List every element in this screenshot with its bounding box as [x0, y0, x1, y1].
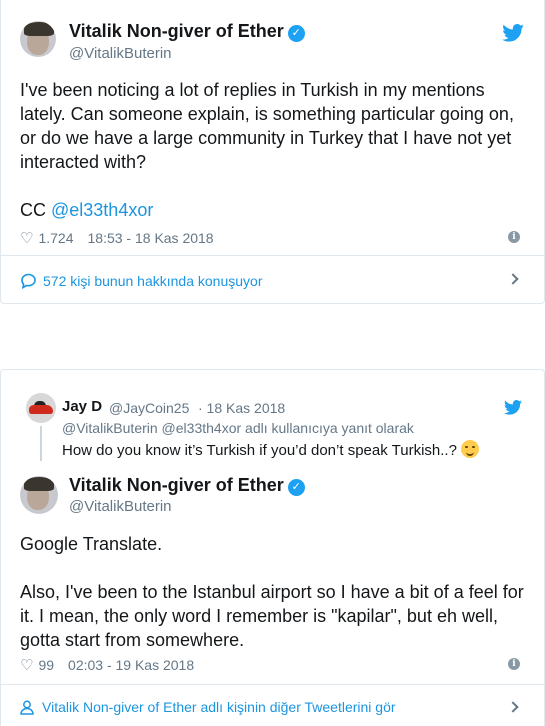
tweet-timestamp[interactable]: 18:53 - 18 Kas 2018: [88, 230, 214, 246]
more-tweets-link-text[interactable]: Vitalik Non-giver of Ether adlı kişinin …: [42, 699, 396, 715]
thread-line: [40, 426, 42, 461]
author-avatar[interactable]: [20, 21, 56, 57]
author-handle[interactable]: @VitalikButerin: [69, 45, 172, 62]
more-tweets-link[interactable]: Vitalik Non-giver of Ether adlı kişinin …: [20, 699, 396, 715]
author-avatar[interactable]: [20, 476, 58, 514]
divider: [1, 255, 544, 256]
author-name-text[interactable]: Vitalik Non-giver of Ether: [69, 21, 284, 41]
like-count[interactable]: 99: [38, 657, 54, 673]
author-name[interactable]: Vitalik Non-giver of Ether ✓: [69, 21, 305, 42]
reply-card: Jay D @JayCoin25 · 18 Kas 2018 @VitalikB…: [0, 369, 545, 726]
cc-label: CC: [20, 200, 51, 220]
heart-icon[interactable]: ♡: [20, 656, 33, 674]
chevron-right-icon[interactable]: [507, 701, 519, 713]
verified-badge-icon: ✓: [287, 479, 305, 496]
tweet-text: I've been noticing a lot of replies in T…: [20, 80, 514, 172]
person-icon: [20, 700, 34, 715]
twitter-bird-icon[interactable]: [504, 400, 522, 415]
replier-avatar[interactable]: [26, 393, 56, 423]
chevron-right-icon[interactable]: [507, 273, 519, 285]
info-icon[interactable]: i: [508, 658, 520, 670]
mention-link[interactable]: @el33th4xor: [51, 200, 153, 220]
author-handle[interactable]: @VitalikButerin: [69, 498, 172, 515]
info-icon[interactable]: i: [508, 231, 520, 243]
conversation-link-text[interactable]: 572 kişi bunun hakkında konuşuyor: [43, 273, 262, 289]
like-count[interactable]: 1.724: [38, 230, 73, 246]
reply-context-text: How do you know it’s Turkish if you’d do…: [62, 440, 479, 459]
author-name[interactable]: Vitalik Non-giver of Ether ✓: [69, 475, 305, 496]
tweet-cc: CC @el33th4xor: [20, 198, 530, 222]
replier-handle[interactable]: @JayCoin25: [109, 400, 189, 416]
grinning-face-emoji-icon: [460, 440, 479, 458]
replying-to: @VitalikButerin @el33th4xor adlı kullanı…: [62, 420, 414, 436]
reply-date[interactable]: · 18 Kas 2018: [198, 400, 285, 416]
tweet-card: Vitalik Non-giver of Ether ✓ @VitalikBute…: [0, 0, 545, 304]
tweet-meta: ♡ 99 02:03 - 19 Kas 2018: [20, 656, 194, 674]
replier-name[interactable]: Jay D: [62, 398, 102, 415]
tweet-timestamp[interactable]: 02:03 - 19 Kas 2018: [68, 657, 194, 673]
tweet-meta: ♡ 1.724 18:53 - 18 Kas 2018: [20, 229, 214, 247]
twitter-bird-icon[interactable]: [502, 24, 524, 42]
verified-badge-icon: ✓: [287, 25, 305, 42]
divider: [1, 684, 544, 685]
reply-text-body: Also, I've been to the Istanbul airport …: [20, 582, 524, 650]
author-name-text[interactable]: Vitalik Non-giver of Ether: [69, 475, 284, 495]
conversation-link[interactable]: 572 kişi bunun hakkında konuşuyor: [20, 273, 262, 289]
reply-text-line1: Google Translate.: [20, 534, 163, 554]
reply-context-text-body: How do you know it’s Turkish if you’d do…: [62, 442, 457, 459]
speech-bubble-icon: [21, 273, 36, 289]
heart-icon[interactable]: ♡: [20, 229, 33, 247]
